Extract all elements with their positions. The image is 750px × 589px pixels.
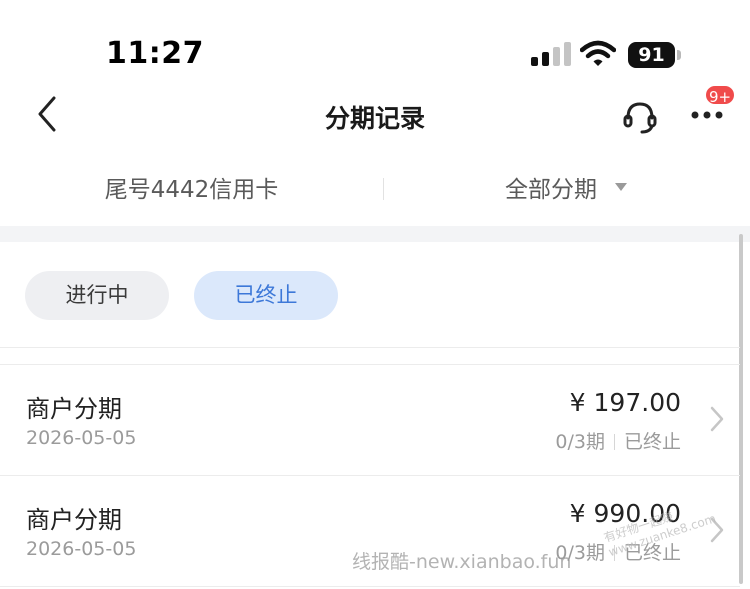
filter-bar: 尾号4442信用卡 全部分期 bbox=[0, 150, 750, 226]
record-date: 2026-05-05 bbox=[26, 427, 137, 449]
record-amount: ¥ 197.00 bbox=[569, 388, 681, 417]
meta-divider bbox=[613, 434, 615, 450]
notification-badge: 9+ bbox=[704, 84, 736, 106]
tab-ended[interactable]: 已终止 bbox=[194, 271, 338, 320]
divider bbox=[0, 347, 740, 348]
chevron-right-icon bbox=[710, 406, 724, 432]
tab-ongoing[interactable]: 进行中 bbox=[25, 271, 169, 320]
record-date: 2026-05-05 bbox=[26, 538, 137, 560]
signal-icon bbox=[531, 42, 571, 66]
nav-bar: 分期记录 bbox=[0, 80, 750, 150]
wifi-icon bbox=[580, 40, 616, 66]
record-meta: 0/3期 已终止 bbox=[555, 427, 681, 454]
watermark: 线报酷-new.xianbao.fun bbox=[352, 551, 572, 573]
battery-cap bbox=[677, 50, 681, 60]
battery-level: 91 bbox=[628, 42, 675, 68]
record-status: 已终止 bbox=[623, 431, 681, 453]
caret-down-icon[interactable] bbox=[615, 183, 627, 191]
installment-type-filter[interactable]: 全部分期 bbox=[505, 170, 597, 204]
record-periods: 0/3期 bbox=[555, 431, 605, 453]
section-gap bbox=[0, 226, 750, 242]
status-time: 11:27 bbox=[106, 36, 204, 71]
card-filter[interactable]: 尾号4442信用卡 bbox=[0, 170, 383, 204]
record-title: 商户分期 bbox=[26, 506, 122, 534]
divider bbox=[0, 586, 740, 587]
battery-icon: 91 bbox=[628, 42, 682, 68]
filter-divider bbox=[383, 178, 384, 200]
headset-icon[interactable] bbox=[620, 96, 660, 136]
list-item[interactable]: 商户分期 2026-05-05 ¥ 197.00 0/3期 已终止 bbox=[0, 365, 740, 475]
record-title: 商户分期 bbox=[26, 395, 122, 423]
